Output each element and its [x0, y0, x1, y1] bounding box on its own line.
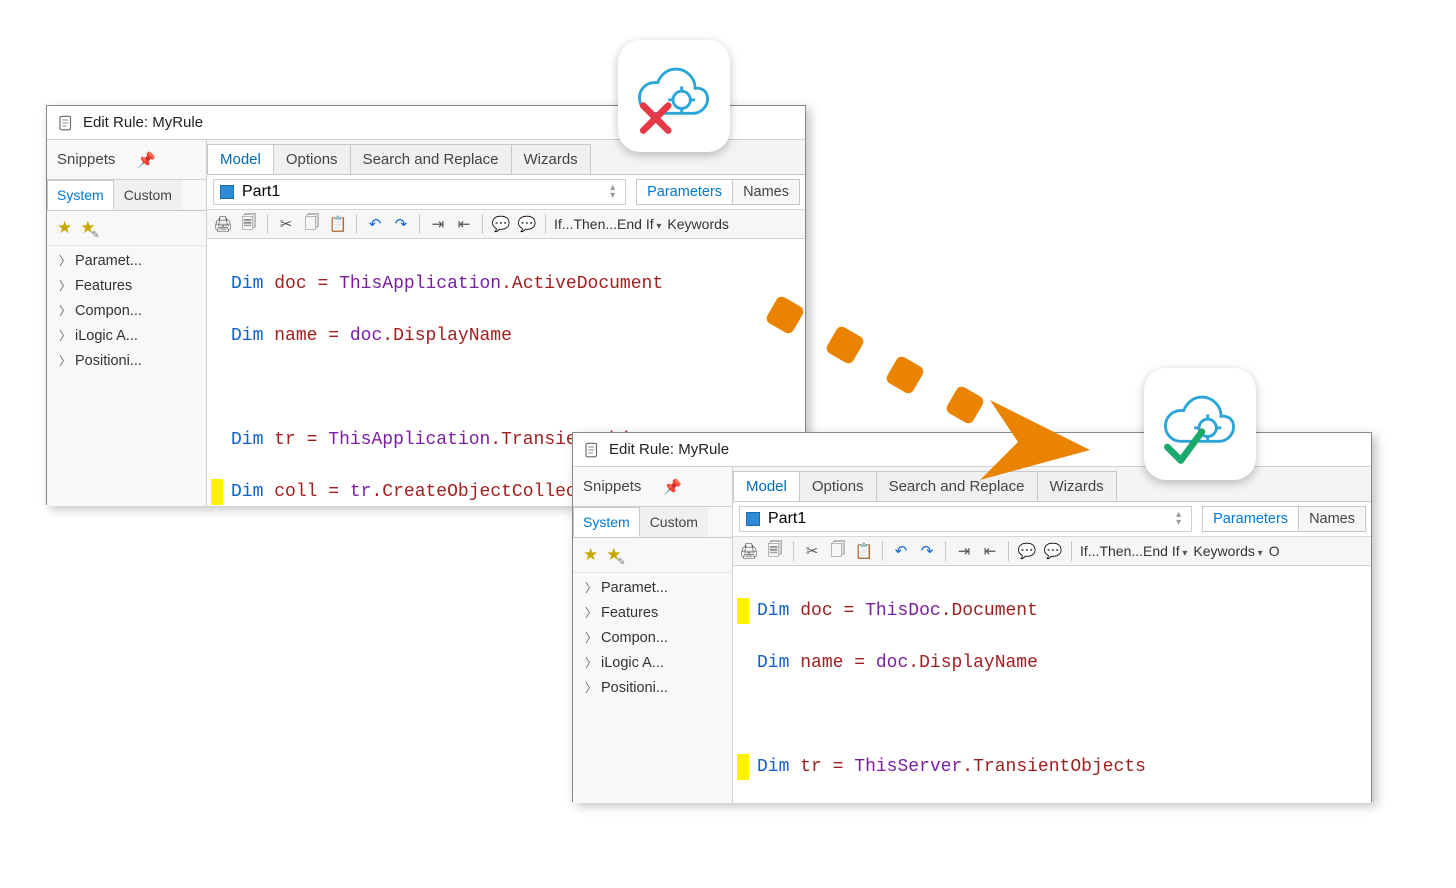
outdent-icon[interactable]: ⇤: [454, 214, 474, 234]
paste-icon[interactable]: 📋: [854, 541, 874, 561]
pin-icon[interactable]: 📌: [137, 151, 156, 169]
editor-toolbar: 🖨 🗐 ✂ 🗍 📋 ↶ ↷ ⇥ ⇤ 💬 💬 If...Then...End If…: [733, 537, 1371, 566]
snippets-header: Snippets 📌: [573, 467, 732, 507]
tree-item[interactable]: 〉iLogic A...: [47, 323, 206, 348]
cloud-badge-fail: [618, 40, 730, 152]
tree-item[interactable]: 〉Positioni...: [573, 675, 732, 700]
keywords-dropdown[interactable]: Keywords: [1193, 543, 1262, 559]
document-selector[interactable]: Part1 ▴▾: [739, 506, 1192, 532]
comment-add-icon[interactable]: 💬: [491, 214, 511, 234]
tab-model[interactable]: Model: [207, 144, 274, 174]
copy-all-icon[interactable]: 🗐: [765, 541, 785, 561]
tree-item[interactable]: 〉Features: [47, 273, 206, 298]
document-selector[interactable]: Part1 ▴▾: [213, 179, 626, 205]
tree-item[interactable]: 〉Positioni...: [47, 348, 206, 373]
comment-add-icon[interactable]: 💬: [1017, 541, 1037, 561]
redo-icon[interactable]: ↷: [917, 541, 937, 561]
keywords-dropdown[interactable]: Keywords: [667, 216, 728, 232]
ifthen-dropdown[interactable]: If...Then...End If: [554, 216, 661, 232]
ifthen-dropdown[interactable]: If...Then...End If: [1080, 543, 1187, 559]
snippet-tree: 〉Paramet... 〉Features 〉Compon... 〉iLogic…: [573, 573, 732, 803]
tree-item[interactable]: 〉Features: [573, 600, 732, 625]
window-title: Edit Rule: MyRule: [609, 441, 729, 458]
snippets-pane: Snippets 📌 System Custom ★ ★ 〉Paramet...…: [47, 140, 207, 506]
print-icon[interactable]: 🖨: [739, 541, 759, 561]
print-icon[interactable]: 🖨: [213, 214, 233, 234]
spinner-icon[interactable]: ▴▾: [1172, 511, 1185, 527]
tab-parameters[interactable]: Parameters: [636, 179, 733, 205]
redo-icon[interactable]: ↷: [391, 214, 411, 234]
part-icon: [746, 512, 760, 526]
tab-custom[interactable]: Custom: [640, 507, 708, 537]
cut-icon[interactable]: ✂: [276, 214, 296, 234]
code-editor[interactable]: Dim doc = ThisDoc.Document Dim name = do…: [733, 566, 1371, 803]
tab-search-replace[interactable]: Search and Replace: [350, 144, 512, 174]
pin-icon[interactable]: 📌: [663, 478, 682, 496]
tab-options[interactable]: Options: [273, 144, 351, 174]
tab-parameters[interactable]: Parameters: [1202, 506, 1299, 532]
copy-all-icon[interactable]: 🗐: [239, 214, 259, 234]
tree-item[interactable]: 〉iLogic A...: [573, 650, 732, 675]
transition-arrow: [760, 290, 1100, 490]
undo-icon[interactable]: ↶: [891, 541, 911, 561]
cloud-badge-ok: [1144, 368, 1256, 480]
star-icon[interactable]: ★: [57, 218, 72, 238]
copy-icon[interactable]: 🗍: [828, 541, 848, 561]
undo-icon[interactable]: ↶: [365, 214, 385, 234]
spinner-icon[interactable]: ▴▾: [606, 184, 619, 200]
cut-icon[interactable]: ✂: [802, 541, 822, 561]
tree-item[interactable]: 〉Compon...: [573, 625, 732, 650]
snippets-pane: Snippets 📌 System Custom ★ ★ 〉Paramet...…: [573, 467, 733, 803]
paste-icon[interactable]: 📋: [328, 214, 348, 234]
document-name: Part1: [768, 510, 806, 528]
tab-names[interactable]: Names: [732, 179, 800, 205]
comment-del-icon[interactable]: 💬: [517, 214, 537, 234]
snippets-header: Snippets 📌: [47, 140, 206, 180]
outdent-icon[interactable]: ⇤: [980, 541, 1000, 561]
tab-custom[interactable]: Custom: [114, 180, 182, 210]
tab-wizards[interactable]: Wizards: [511, 144, 591, 174]
star-edit-icon[interactable]: ★: [606, 545, 621, 565]
part-icon: [220, 185, 234, 199]
tree-item[interactable]: 〉Paramet...: [47, 248, 206, 273]
indent-icon[interactable]: ⇥: [428, 214, 448, 234]
tree-item[interactable]: 〉Paramet...: [573, 575, 732, 600]
snippet-tree: 〉Paramet... 〉Features 〉Compon... 〉iLogic…: [47, 246, 206, 506]
window-title: Edit Rule: MyRule: [83, 114, 203, 131]
rule-icon: [583, 441, 601, 459]
star-icon[interactable]: ★: [583, 545, 598, 565]
editor-toolbar: 🖨 🗐 ✂ 🗍 📋 ↶ ↷ ⇥ ⇤ 💬 💬 If...Then...End If…: [207, 210, 805, 239]
star-edit-icon[interactable]: ★: [80, 218, 95, 238]
toolbar-overflow: O: [1269, 543, 1280, 559]
tab-system[interactable]: System: [573, 507, 640, 537]
snippets-tabs: System Custom: [47, 180, 206, 211]
snippets-tabs: System Custom: [573, 507, 732, 538]
comment-del-icon[interactable]: 💬: [1043, 541, 1063, 561]
tree-item[interactable]: 〉Compon...: [47, 298, 206, 323]
tab-system[interactable]: System: [47, 180, 114, 210]
tab-names[interactable]: Names: [1298, 506, 1366, 532]
rule-icon: [57, 114, 75, 132]
copy-icon[interactable]: 🗍: [302, 214, 322, 234]
indent-icon[interactable]: ⇥: [954, 541, 974, 561]
document-name: Part1: [242, 183, 280, 201]
